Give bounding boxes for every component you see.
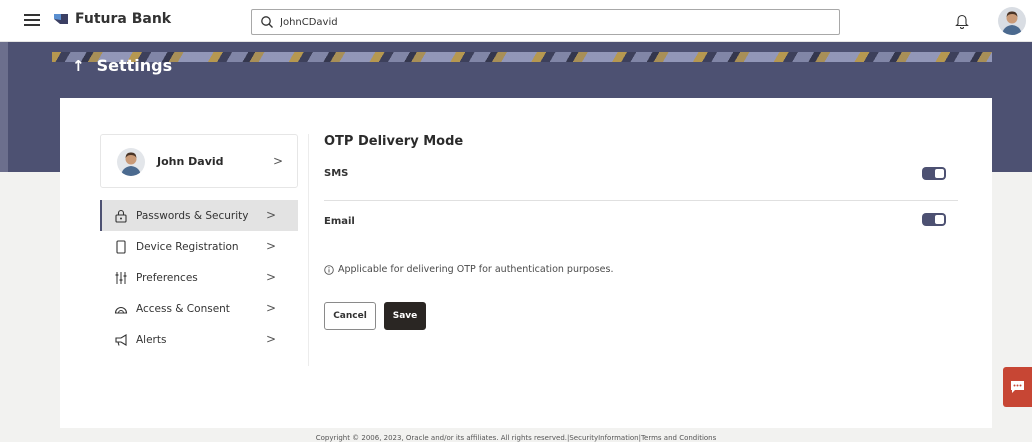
megaphone-icon <box>115 333 127 346</box>
menu-item-preferences[interactable]: Preferences > <box>100 262 298 293</box>
profile-card[interactable]: John David > <box>100 134 298 188</box>
menu-item-passwords-security[interactable]: Passwords & Security > <box>100 200 298 231</box>
cancel-button[interactable]: Cancel <box>324 302 376 330</box>
panel-divider <box>308 134 309 366</box>
menu-item-label: Passwords & Security <box>136 209 249 222</box>
user-avatar[interactable] <box>998 7 1026 35</box>
top-bar: Futura Bank <box>0 0 1032 42</box>
lock-icon <box>115 209 127 223</box>
banner-pattern <box>52 52 992 62</box>
bank-logo-icon <box>54 14 68 24</box>
menu-item-label: Device Registration <box>136 240 239 253</box>
sliders-icon <box>115 271 127 284</box>
otp-info-text: Applicable for delivering OTP for authen… <box>338 264 614 275</box>
hamburger-menu-icon[interactable] <box>24 14 40 26</box>
search-input[interactable] <box>280 13 820 31</box>
profile-avatar <box>117 148 145 176</box>
chevron-right-icon: > <box>273 154 284 168</box>
menu-item-alerts[interactable]: Alerts > <box>100 324 298 355</box>
profile-name: John David <box>157 155 224 168</box>
menu-item-device-registration[interactable]: Device Registration > <box>100 231 298 262</box>
access-icon <box>114 306 128 314</box>
settings-menu: Passwords & Security > Device Registrati… <box>100 200 298 355</box>
email-option-label: Email <box>324 216 355 227</box>
device-icon <box>116 239 126 254</box>
brand-logo[interactable]: Futura Bank <box>53 11 171 27</box>
menu-item-label: Access & Consent <box>136 302 230 315</box>
chevron-right-icon: > <box>265 301 276 315</box>
sms-option-label: SMS <box>324 168 349 179</box>
footer-copyright: Copyright © 2006, 2023, Oracle and/or it… <box>315 434 717 442</box>
back-arrow-icon[interactable]: ↑ <box>72 57 85 75</box>
info-icon <box>324 264 334 275</box>
chevron-right-icon: > <box>265 208 276 222</box>
sms-toggle[interactable] <box>922 167 946 180</box>
menu-item-label: Alerts <box>136 333 167 346</box>
user-photo-icon <box>117 148 145 176</box>
notification-bell-icon[interactable] <box>955 13 969 29</box>
search-box[interactable] <box>251 9 840 35</box>
user-photo-icon <box>998 7 1026 35</box>
menu-item-access-consent[interactable]: Access & Consent > <box>100 293 298 324</box>
brand-name: Futura Bank <box>75 11 172 27</box>
chevron-right-icon: > <box>265 270 276 284</box>
otp-section-title: OTP Delivery Mode <box>324 134 464 149</box>
chevron-right-icon: > <box>265 332 276 346</box>
chevron-right-icon: > <box>265 239 276 253</box>
chat-button[interactable] <box>1003 367 1032 407</box>
email-toggle[interactable] <box>922 213 946 226</box>
option-divider <box>324 200 958 201</box>
page-title-text: Settings <box>96 56 173 75</box>
menu-item-label: Preferences <box>136 271 198 284</box>
search-icon <box>261 16 273 28</box>
banner-edge <box>0 42 8 172</box>
chat-icon <box>1011 381 1024 393</box>
save-button[interactable]: Save <box>384 302 426 330</box>
page-title: ↑ Settings <box>72 56 172 75</box>
otp-info-note: Applicable for delivering OTP for authen… <box>324 264 614 275</box>
settings-card: John David > Passwords & Security > Devi… <box>60 98 992 428</box>
